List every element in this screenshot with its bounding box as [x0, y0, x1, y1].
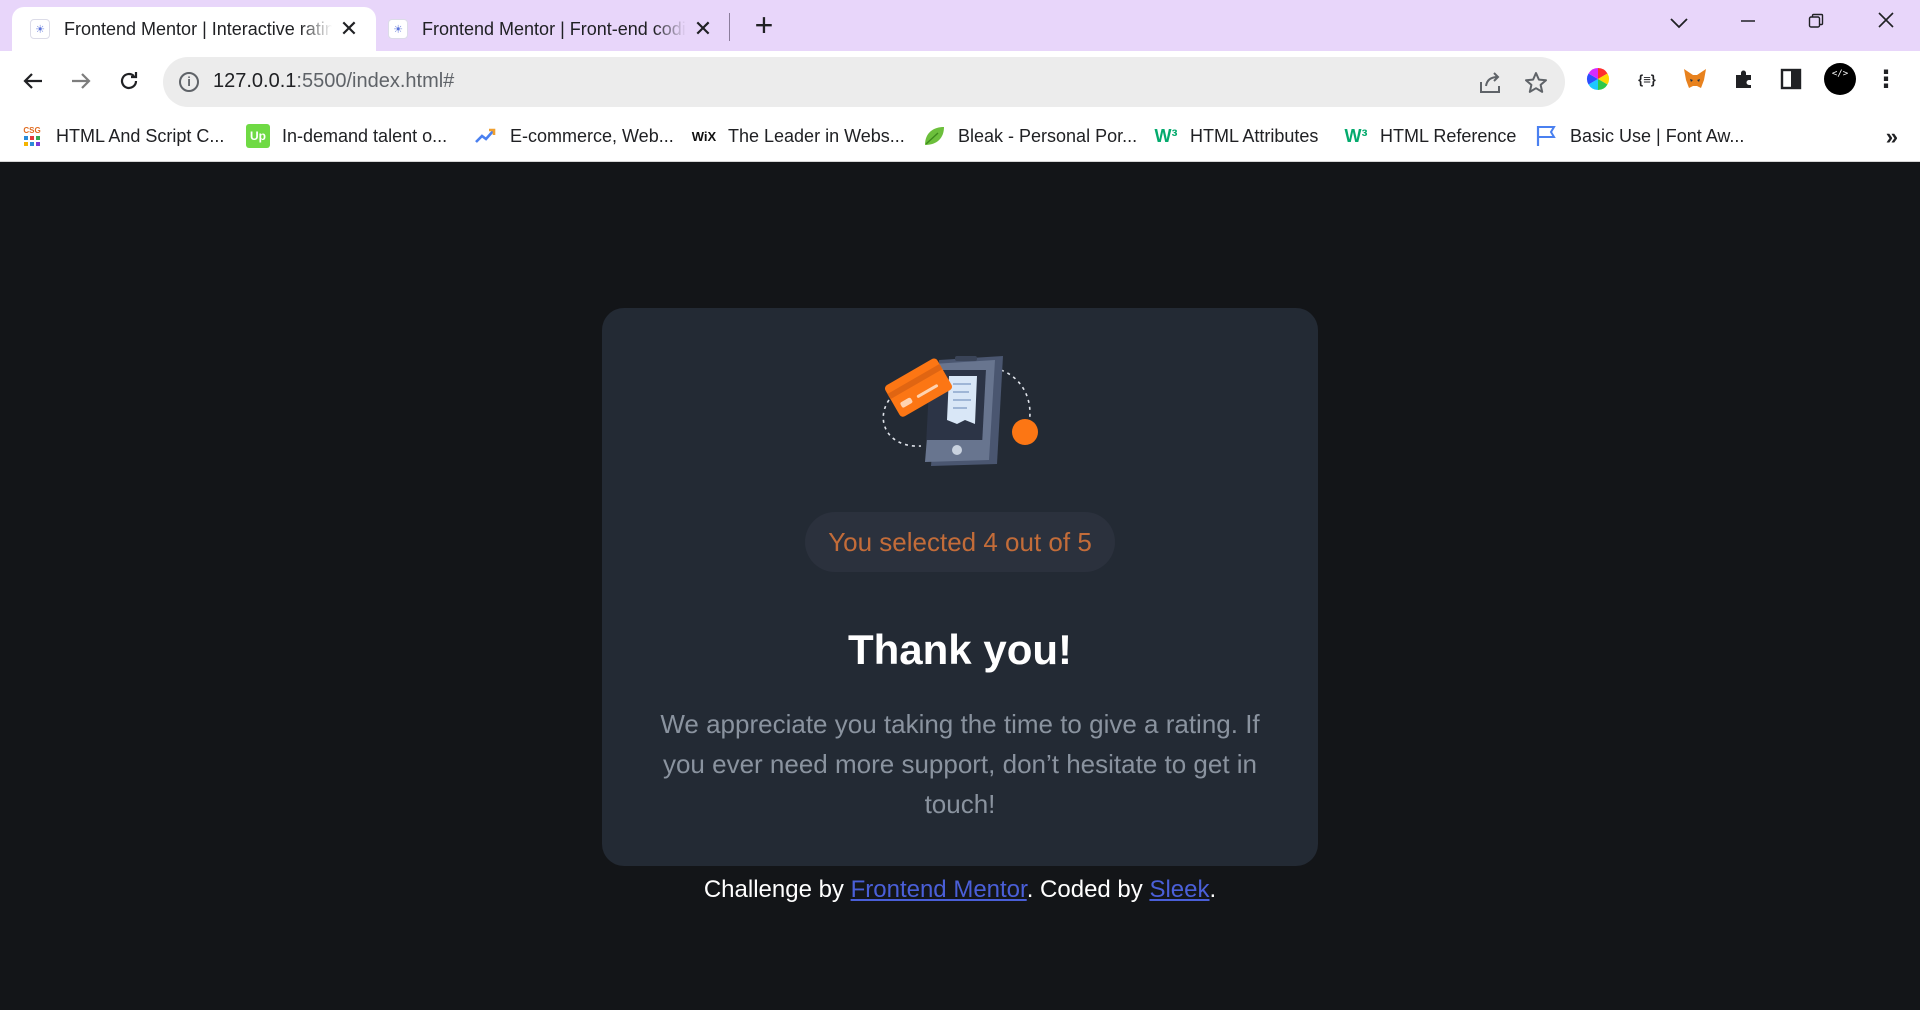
attribution: Challenge by Frontend Mentor. Coded by S… — [0, 876, 1920, 904]
bookmark-item[interactable]: Basic Use | Font Aw... — [1534, 124, 1744, 148]
bookmark-item[interactable]: W³ HTML Reference — [1344, 124, 1517, 148]
selection-badge: You selected 4 out of 5 — [805, 512, 1115, 572]
arrow-left-icon — [23, 73, 42, 89]
close-icon[interactable]: ✕ — [692, 16, 714, 42]
csg-icon: CSG — [20, 124, 44, 148]
bookmark-label: The Leader in Webs... — [728, 125, 905, 146]
bookmark-item[interactable]: CSG HTML And Script C... — [20, 124, 224, 148]
json-formatter-extension[interactable]: {≡} — [1633, 65, 1661, 93]
tab-title: Frontend Mentor | Front-end coding chall… — [422, 18, 686, 39]
w3schools-icon: W³ — [1154, 125, 1178, 146]
restore-icon — [1808, 13, 1824, 28]
w3schools-icon: W³ — [1344, 125, 1368, 146]
url-host: 127.0.0.1 — [213, 70, 297, 92]
svg-text:CSG: CSG — [23, 126, 40, 135]
avatar-icon: </> — [1824, 63, 1856, 95]
forward-button[interactable] — [64, 64, 98, 98]
close-icon[interactable]: ✕ — [338, 16, 360, 42]
svg-text:</>: </> — [1832, 69, 1849, 79]
tab-strip: ☀ Frontend Mentor | Interactive rating c… — [0, 0, 1920, 51]
fox-icon — [1684, 69, 1706, 88]
bookmark-label: Bleak - Personal Por... — [958, 125, 1138, 146]
minimize-button[interactable] — [1728, 7, 1768, 37]
thank-you-title: Thank you! — [847, 626, 1072, 673]
puzzle-icon — [1736, 70, 1751, 88]
browser-toolbar: i 127.0.0.1:5500/index.html# {≡} </> ⋮ — [0, 51, 1920, 112]
upwork-icon: Up — [246, 124, 270, 148]
share-icon — [1480, 72, 1500, 93]
extensions-button[interactable] — [1730, 65, 1758, 93]
bookmark-item[interactable]: E-commerce, Web... — [474, 124, 674, 148]
star-icon — [1525, 72, 1547, 93]
bookmark-label: HTML And Script C... — [56, 125, 225, 146]
new-tab-button[interactable]: + — [748, 9, 780, 41]
tab-active[interactable]: ☀ Frontend Mentor | Interactive rating c… — [12, 7, 376, 51]
bookmark-item[interactable]: Up In-demand talent o... — [246, 124, 447, 148]
frontend-mentor-icon: ☀ — [388, 19, 408, 39]
chevron-down-icon — [1670, 18, 1688, 29]
bookmark-label: HTML Attributes — [1190, 125, 1319, 146]
close-window-button[interactable] — [1866, 7, 1906, 37]
restore-button[interactable] — [1796, 7, 1836, 37]
address-bar[interactable]: i 127.0.0.1:5500/index.html# — [163, 57, 1565, 107]
thank-you-message: We appreciate you taking the time to giv… — [660, 709, 1260, 819]
payment-illustration — [882, 356, 1038, 466]
tab-divider — [729, 13, 730, 41]
leaf-icon — [922, 124, 946, 148]
reload-icon — [120, 72, 138, 90]
bookmark-star-button[interactable] — [1523, 70, 1549, 96]
share-button[interactable] — [1477, 70, 1503, 96]
frontend-mentor-link[interactable]: Frontend Mentor — [851, 876, 1027, 903]
bookmark-item[interactable]: WiX The Leader in Webs... — [692, 124, 905, 148]
page-viewport: You selected 4 out of 5 Thank you! We ap… — [0, 163, 1920, 1010]
reload-button[interactable] — [112, 64, 146, 98]
metamask-extension[interactable] — [1681, 65, 1709, 93]
back-button[interactable] — [16, 64, 50, 98]
bookmark-label: E-commerce, Web... — [510, 125, 674, 146]
bookmark-label: Basic Use | Font Aw... — [1570, 125, 1745, 146]
profile-avatar[interactable]: </> — [1823, 62, 1857, 96]
bookmark-label: In-demand talent o... — [282, 125, 448, 146]
color-picker-extension[interactable] — [1584, 65, 1612, 93]
trend-icon — [474, 124, 498, 148]
attribution-middle: . Coded by — [1026, 876, 1150, 903]
side-panel-button[interactable] — [1777, 65, 1805, 93]
attribution-suffix: . — [1209, 876, 1217, 903]
thank-you-card: You selected 4 out of 5 Thank you! We ap… — [602, 308, 1318, 866]
author-link[interactable]: Sleek — [1149, 876, 1209, 903]
tab-inactive[interactable]: ☀ Frontend Mentor | Front-end coding cha… — [370, 7, 730, 51]
bookmarks-bar: CSG HTML And Script C... Up In-demand ta… — [0, 112, 1920, 162]
url-text[interactable]: 127.0.0.1:5500/index.html# — [213, 70, 454, 93]
tab-title: Frontend Mentor | Interactive rating com… — [64, 18, 332, 39]
flag-icon — [1534, 124, 1558, 148]
url-path: :5500/index.html# — [296, 70, 455, 92]
close-icon — [1878, 12, 1894, 28]
bookmark-label: HTML Reference — [1380, 125, 1517, 146]
braces-icon: {≡} — [1638, 71, 1656, 87]
info-icon[interactable]: i — [179, 72, 199, 92]
bookmarks-overflow-button[interactable]: » — [1886, 124, 1898, 150]
tab-search-button[interactable] — [1659, 7, 1699, 37]
more-vertical-icon: ⋮ — [1874, 65, 1898, 93]
side-panel-icon — [1780, 68, 1802, 90]
wix-icon: WiX — [691, 128, 717, 144]
minimize-icon — [1741, 20, 1755, 22]
bookmark-item[interactable]: Bleak - Personal Por... — [922, 124, 1137, 148]
bookmark-item[interactable]: W³ HTML Attributes — [1154, 124, 1319, 148]
menu-button[interactable]: ⋮ — [1872, 65, 1900, 93]
attribution-prefix: Challenge by — [703, 876, 851, 903]
color-wheel-icon — [1587, 68, 1609, 90]
arrow-right-icon — [72, 73, 91, 89]
frontend-mentor-icon: ☀ — [30, 19, 50, 39]
